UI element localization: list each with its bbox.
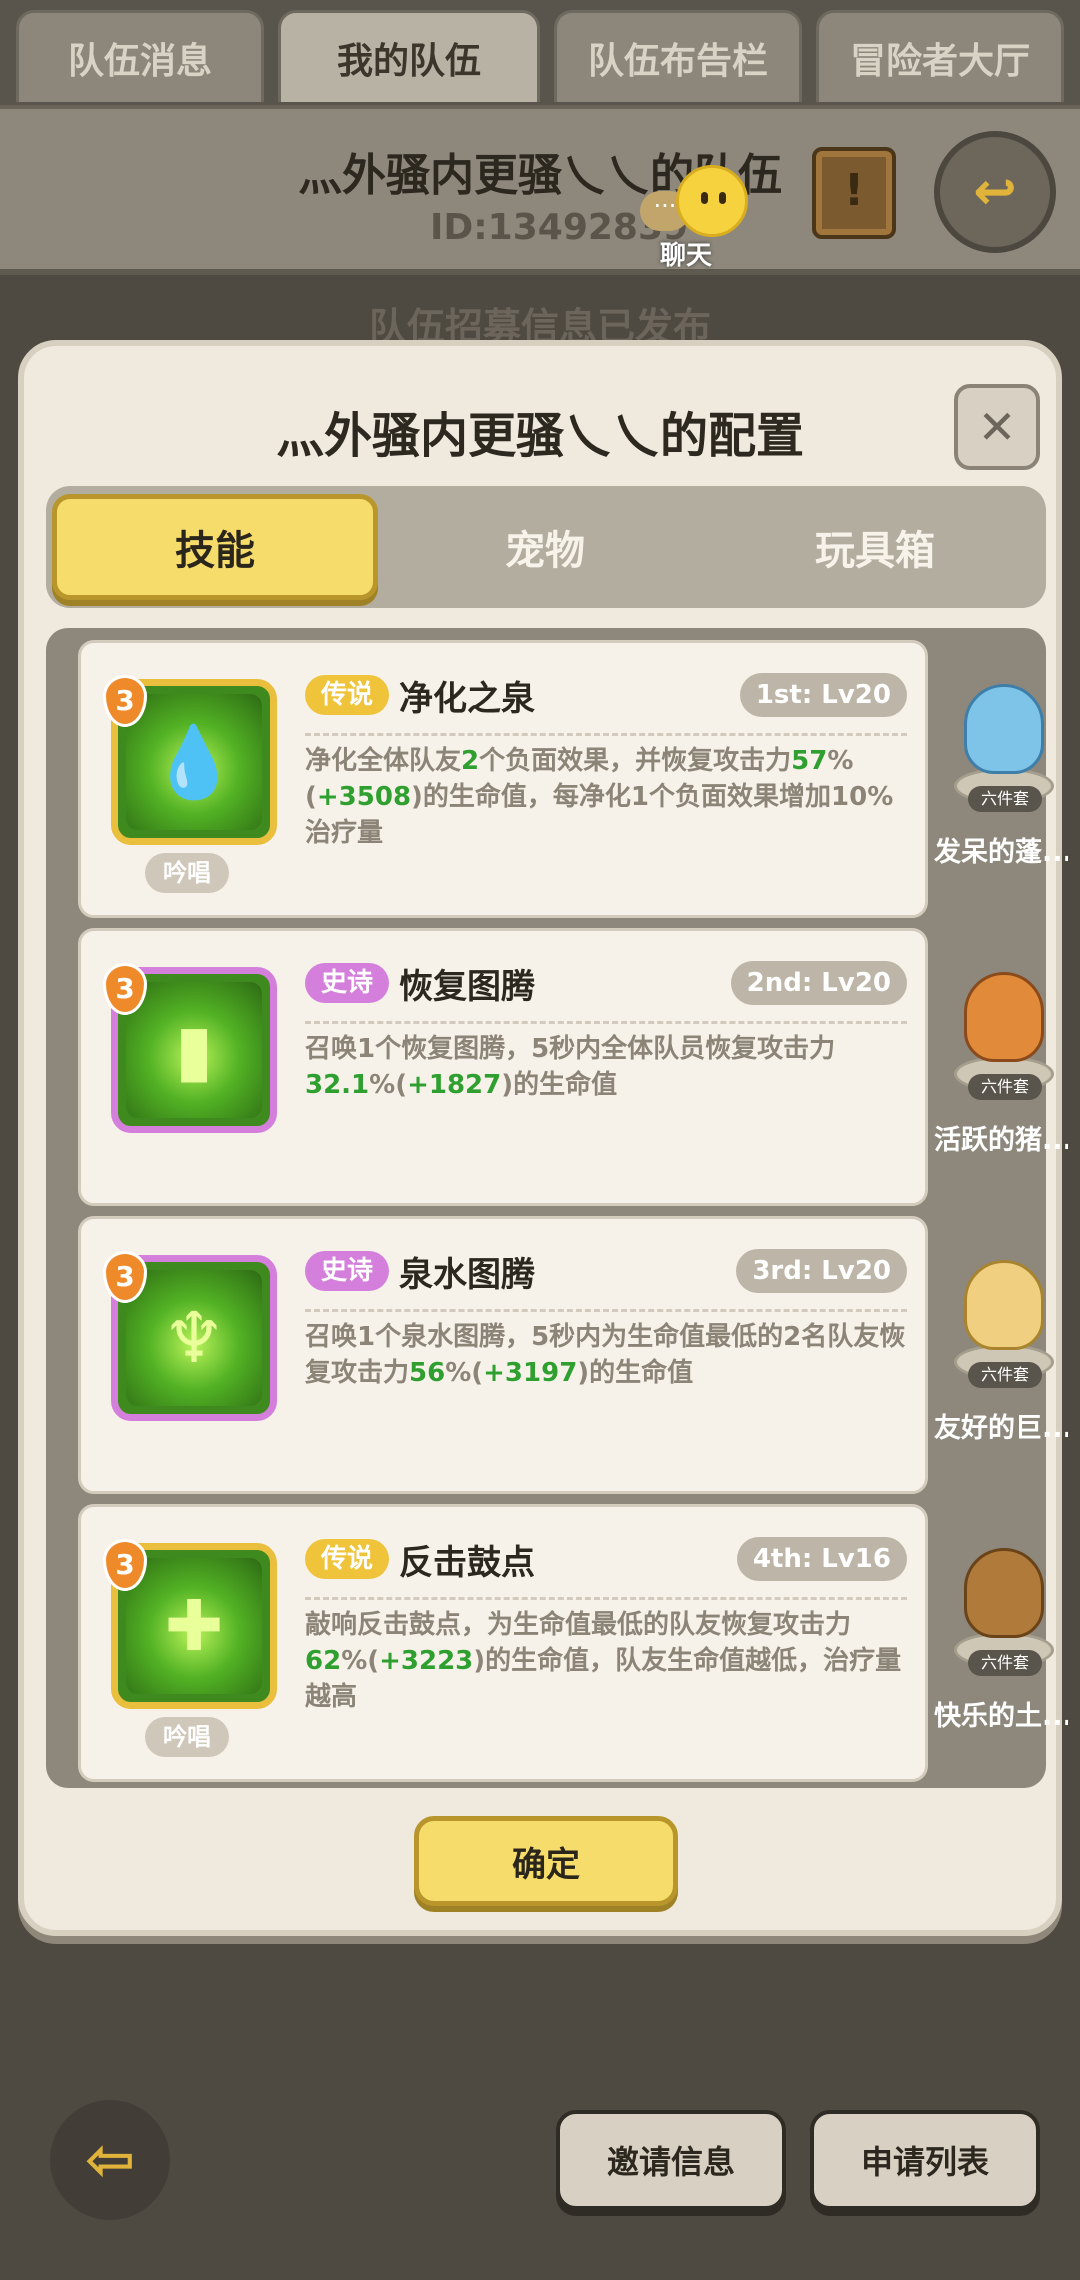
chant-tag: 吟唱 xyxy=(145,853,229,893)
tab-pets[interactable]: 宠物 xyxy=(382,494,708,600)
config-tabs: 技能 宠物 玩具箱 xyxy=(46,486,1046,608)
skill-description: 敲响反击鼓点，为生命值最低的队友恢复攻击力62%(+3223)的生命值，队友生命… xyxy=(305,1610,902,1712)
modal-title: 灬外骚内更骚乀乀的配置 xyxy=(275,408,804,464)
tab-team-messages[interactable]: 队伍消息 xyxy=(16,10,264,102)
pet-name: 发呆的蓬... xyxy=(934,837,1068,868)
divider xyxy=(305,1597,907,1600)
skill-slot-level: 1st: Lv20 xyxy=(739,673,907,717)
pet-name: 快乐的土... xyxy=(934,1701,1068,1732)
skill-name: 泉水图腾 xyxy=(399,1255,535,1295)
skill-description: 净化全体队友2个负面效果，并恢复攻击力57%(+3508)的生命值，每净化1个负… xyxy=(305,746,894,848)
pet-set-tag: 六件套 xyxy=(968,786,1042,812)
pet-slot[interactable]: 六件套 发呆的蓬... xyxy=(934,640,1068,918)
skill-list[interactable]: 💧 3 吟唱 传说 净化之泉 1st: Lv20 净化全体队友2个负面效果，并恢… xyxy=(46,628,1068,1788)
confirm-button[interactable]: 确定 xyxy=(414,1816,678,1906)
skill-card[interactable]: ✚ 3 吟唱 传说 反击鼓点 4th: Lv16 敲响反击鼓点，为生命值最低的队… xyxy=(78,1504,928,1782)
tab-my-team[interactable]: 我的队伍 xyxy=(278,10,540,102)
pet-set-tag: 六件套 xyxy=(968,1362,1042,1388)
skill-slot-level: 3rd: Lv20 xyxy=(736,1249,907,1293)
pet-name: 活跃的猪... xyxy=(934,1125,1068,1156)
exit-team-button[interactable]: ↩ xyxy=(934,131,1056,253)
tab-toybox[interactable]: 玩具箱 xyxy=(712,494,1038,600)
team-name: 灬外骚内更骚乀乀的队伍 xyxy=(298,150,782,201)
skill-card[interactable]: ♆ 3 史诗 泉水图腾 3rd: Lv20 召唤1个泉水图腾，5秒内为生命值最低… xyxy=(78,1216,928,1494)
chant-tag: 吟唱 xyxy=(145,1717,229,1757)
skill-name: 反击鼓点 xyxy=(399,1543,535,1583)
notice-scroll-icon[interactable]: ! xyxy=(812,147,896,239)
divider xyxy=(305,1309,907,1312)
divider xyxy=(305,1021,907,1024)
pet-avatar xyxy=(964,1548,1044,1638)
skill-card[interactable]: ▮ 3 史诗 恢复图腾 2nd: Lv20 召唤1个恢复图腾，5秒内全体队员恢复… xyxy=(78,928,928,1206)
pet-slot[interactable]: 六件套 友好的巨... xyxy=(934,1216,1068,1494)
top-tab-bar: 队伍消息 我的队伍 队伍布告栏 冒险者大厅 xyxy=(0,0,1080,105)
pet-slot[interactable]: 六件套 活跃的猪... xyxy=(934,928,1068,1206)
pet-slot[interactable]: 六件套 快乐的土... xyxy=(934,1504,1068,1782)
exit-arrow-icon: ↩ xyxy=(973,162,1017,222)
skill-card[interactable]: 💧 3 吟唱 传说 净化之泉 1st: Lv20 净化全体队友2个负面效果，并恢… xyxy=(78,640,928,918)
back-arrow-icon: ⇦ xyxy=(84,2125,136,2195)
skill-slot-level: 4th: Lv16 xyxy=(736,1537,907,1581)
divider xyxy=(305,733,907,736)
config-modal: 灬外骚内更骚乀乀的配置 ✕ 技能 宠物 玩具箱 💧 3 吟唱 传说 净化之泉 1… xyxy=(18,340,1068,1936)
chat-face-icon xyxy=(676,165,748,237)
skill-description: 召唤1个泉水图腾，5秒内为生命值最低的2名队友恢复攻击力56%(+3197)的生… xyxy=(305,1322,906,1388)
skill-name: 净化之泉 xyxy=(399,679,535,719)
rarity-badge: 传说 xyxy=(305,675,389,715)
chat-button[interactable]: ··· 聊天 xyxy=(640,165,750,271)
rarity-badge: 传说 xyxy=(305,1539,389,1579)
pet-name: 友好的巨... xyxy=(934,1413,1068,1444)
skill-description: 召唤1个恢复图腾，5秒内全体队员恢复攻击力32.1%(+1827)的生命值 xyxy=(305,1034,836,1100)
skill-name: 恢复图腾 xyxy=(399,967,535,1007)
pet-avatar xyxy=(964,684,1044,774)
close-icon: ✕ xyxy=(977,400,1017,454)
invite-info-button[interactable]: 邀请信息 xyxy=(556,2110,786,2210)
pet-set-tag: 六件套 xyxy=(968,1650,1042,1676)
tab-team-board[interactable]: 队伍布告栏 xyxy=(554,10,802,102)
pet-set-tag: 六件套 xyxy=(968,1074,1042,1100)
close-button[interactable]: ✕ xyxy=(954,384,1040,470)
skill-slot-level: 2nd: Lv20 xyxy=(730,961,907,1005)
pet-avatar xyxy=(964,972,1044,1062)
pet-avatar xyxy=(964,1260,1044,1350)
tab-adventurer-hall[interactable]: 冒险者大厅 xyxy=(816,10,1064,102)
rarity-badge: 史诗 xyxy=(305,1251,389,1291)
tab-skills[interactable]: 技能 xyxy=(52,494,378,600)
rarity-badge: 史诗 xyxy=(305,963,389,1003)
apply-list-button[interactable]: 申请列表 xyxy=(810,2110,1040,2210)
back-button[interactable]: ⇦ xyxy=(50,2100,170,2220)
team-header: 灬外骚内更骚乀乀的队伍 ID:13492839 ! ↩ xyxy=(0,105,1080,275)
chat-label: 聊天 xyxy=(660,241,713,271)
